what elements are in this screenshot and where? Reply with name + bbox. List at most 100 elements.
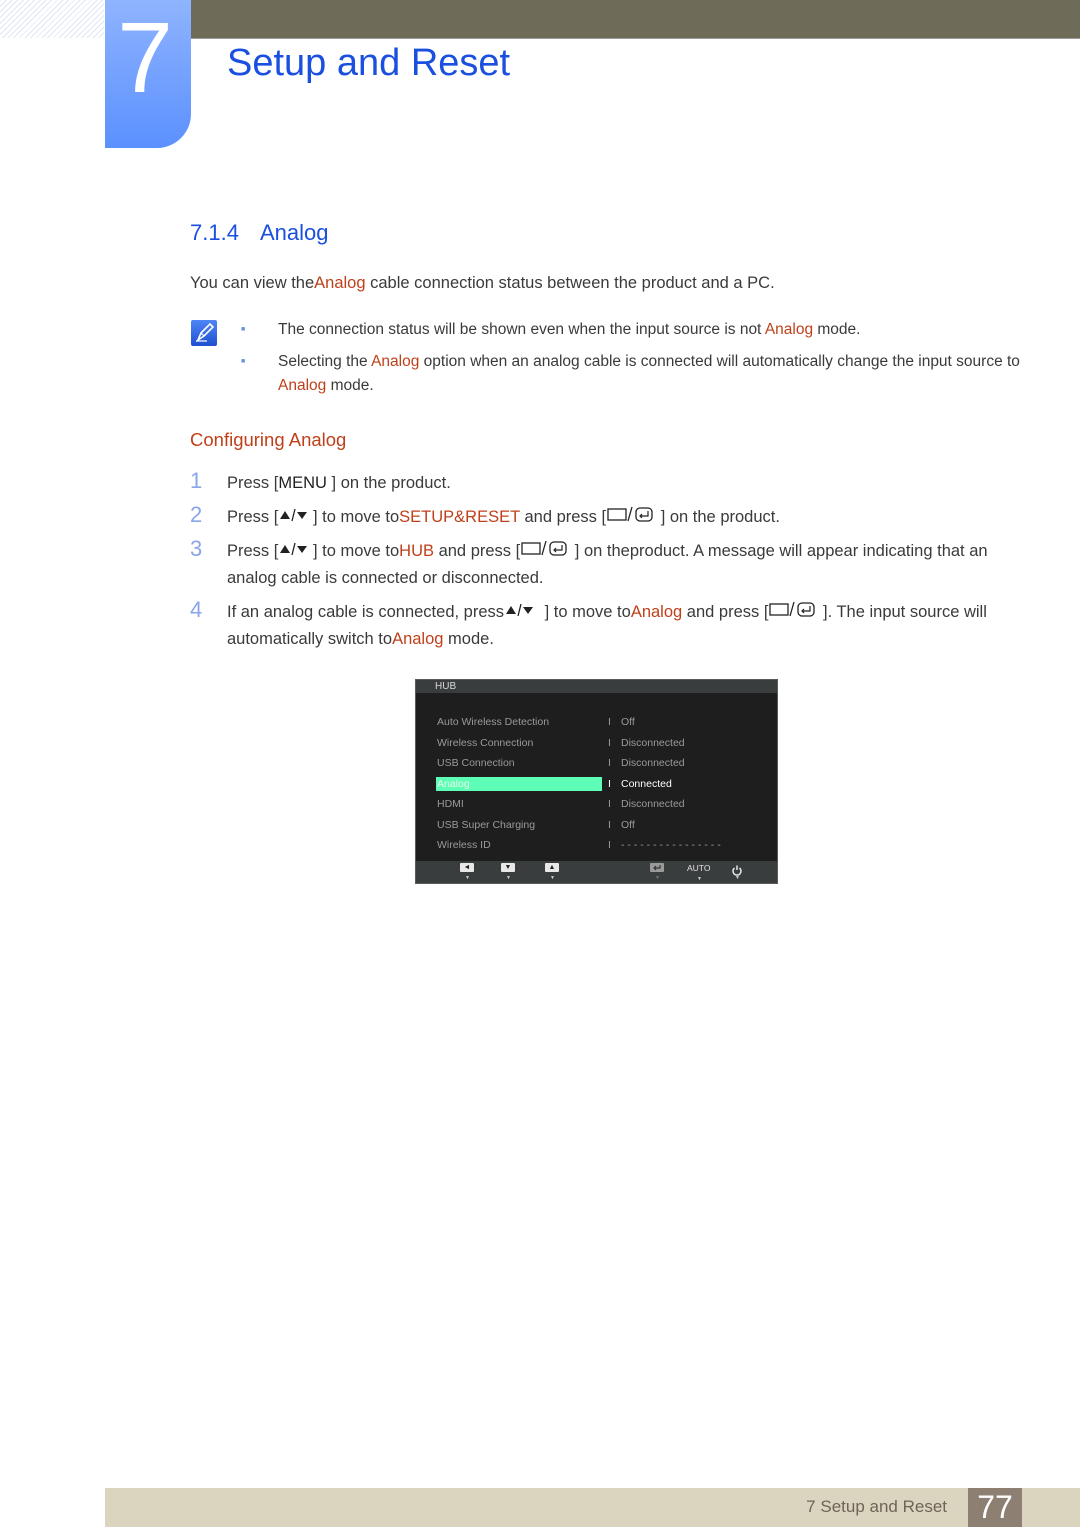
osd-row-usb-connection[interactable]: USB Connection I Disconnected bbox=[436, 756, 756, 770]
step-highlight: SETUP&RESET bbox=[399, 508, 520, 526]
step-text: Press [ bbox=[227, 508, 279, 526]
osd-row-value: Disconnected bbox=[621, 757, 685, 769]
osd-title: HUB bbox=[416, 680, 777, 693]
osd-row-value: Disconnected bbox=[621, 798, 685, 810]
step-text: ] to move to bbox=[540, 603, 631, 622]
step-text: ] to move to bbox=[308, 508, 400, 526]
step-number: 1 bbox=[190, 468, 203, 493]
osd-row-value: Connected bbox=[621, 778, 672, 790]
osd-row-value: Disconnected bbox=[621, 737, 685, 749]
step-text: ] on the product. bbox=[326, 474, 451, 492]
subsection-heading: Configuring Analog bbox=[190, 429, 347, 450]
indicator-tick-icon: ▼ bbox=[655, 875, 660, 881]
up-down-arrow-icon bbox=[278, 504, 308, 531]
source-enter-icon bbox=[606, 504, 656, 531]
note-highlight: Analog bbox=[278, 377, 327, 394]
osd-enter-button[interactable]: ▼ bbox=[650, 863, 664, 881]
osd-button-bar: ◄ ▼ ▼ ▼ ▲ ▼ ▼ AUTO ▼ ▼ bbox=[416, 861, 777, 883]
indicator-tick-icon: ▼ bbox=[697, 876, 702, 882]
section-title: Analog bbox=[260, 220, 329, 245]
chapter-tab: 7 bbox=[105, 0, 191, 148]
enter-icon bbox=[650, 863, 664, 872]
step-text: and press [ bbox=[434, 542, 521, 561]
step-text: ] on the product. bbox=[656, 508, 780, 526]
osd-row-separator: I bbox=[608, 839, 611, 851]
osd-row-usb-super-charging[interactable]: USB Super Charging I Off bbox=[436, 818, 756, 832]
note-pencil-icon bbox=[191, 320, 217, 346]
step-highlight: HUB bbox=[399, 542, 434, 561]
footer-chapter-title: 7 Setup and Reset bbox=[806, 1497, 947, 1516]
note-bullet-icon: ■ bbox=[241, 326, 246, 333]
osd-row-separator: I bbox=[608, 737, 611, 749]
note-text: Selecting the bbox=[278, 353, 372, 370]
osd-row-auto-wireless-detection[interactable]: Auto Wireless Detection I Off bbox=[436, 715, 756, 729]
note-highlight: Analog bbox=[764, 321, 814, 338]
up-down-arrow-icon bbox=[278, 538, 308, 565]
step-item: 4 If an analog cable is connected, press… bbox=[190, 597, 1030, 653]
indicator-tick-icon: ▼ bbox=[735, 875, 740, 881]
chapter-title: Setup and Reset bbox=[227, 42, 511, 84]
osd-row-value: Off bbox=[621, 716, 635, 728]
step-item: 3 Press [ ] to move toHUB and press [ ] … bbox=[190, 536, 1030, 592]
osd-row-label: USB Super Charging bbox=[437, 819, 536, 831]
menu-key-label: MENU bbox=[278, 474, 327, 492]
osd-row-value: Off bbox=[621, 819, 635, 831]
note-bullet-icon: ■ bbox=[241, 358, 246, 365]
osd-row-hdmi[interactable]: HDMI I Disconnected bbox=[436, 797, 756, 811]
intro-paragraph: You can view theAnalog cable connection … bbox=[190, 272, 775, 294]
osd-row-separator: I bbox=[608, 757, 611, 769]
step-number: 2 bbox=[190, 502, 203, 527]
section-heading: 7.1.4 Analog bbox=[190, 219, 329, 247]
note-item: ■ The connection status will be shown ev… bbox=[240, 318, 1040, 342]
osd-power-button[interactable]: ▼ bbox=[731, 863, 745, 881]
note-highlight: Analog bbox=[371, 353, 420, 370]
osd-row-separator: I bbox=[608, 716, 611, 728]
indicator-tick-icon: ▼ bbox=[550, 875, 555, 881]
intro-text: You can view the bbox=[190, 274, 315, 292]
osd-row-analog[interactable]: Analog I Connected bbox=[436, 777, 756, 791]
osd-up-button[interactable]: ▲ ▼ bbox=[545, 863, 559, 881]
down-arrow-icon: ▼ bbox=[501, 863, 515, 872]
step-text: Press [ bbox=[227, 474, 279, 492]
left-arrow-icon: ◄ bbox=[460, 863, 474, 872]
intro-highlight: Analog bbox=[314, 274, 366, 292]
step-number: 4 bbox=[190, 597, 203, 623]
osd-row-separator: I bbox=[608, 778, 611, 790]
osd-row-separator: I bbox=[608, 798, 611, 810]
up-down-arrow-icon bbox=[504, 599, 540, 626]
osd-auto-button[interactable]: AUTO bbox=[687, 863, 710, 873]
osd-row-label: Wireless ID bbox=[437, 839, 491, 851]
osd-row-label: Analog bbox=[436, 777, 602, 791]
header-bar bbox=[190, 0, 1080, 39]
osd-row-separator: I bbox=[608, 819, 611, 831]
step-number: 3 bbox=[190, 536, 203, 562]
osd-hub-screenshot: HUB Auto Wireless Detection I Off Wirele… bbox=[415, 679, 778, 884]
osd-left-button[interactable]: ◄ ▼ bbox=[460, 863, 474, 881]
osd-down-button[interactable]: ▼ ▼ bbox=[501, 863, 515, 881]
source-enter-icon bbox=[520, 538, 570, 565]
indicator-tick-icon: ▼ bbox=[465, 875, 470, 881]
note-text-end: mode. bbox=[813, 321, 861, 338]
step-item: 1 Press [MENU ] on the product. bbox=[190, 468, 1030, 497]
osd-row-wireless-id[interactable]: Wireless ID I - - - - - - - - - - - - - … bbox=[436, 838, 756, 852]
page-footer: 7 Setup and Reset 77 bbox=[105, 1488, 1080, 1527]
osd-row-label: Wireless Connection bbox=[437, 737, 534, 749]
step-text: ] to move to bbox=[308, 542, 400, 561]
step-highlight: Analog bbox=[630, 603, 683, 622]
step-text: and press [ bbox=[682, 603, 769, 622]
osd-row-label: USB Connection bbox=[437, 757, 515, 769]
section-number: 7.1.4 bbox=[190, 220, 239, 245]
osd-row-wireless-connection[interactable]: Wireless Connection I Disconnected bbox=[436, 736, 756, 750]
step-text: mode. bbox=[443, 630, 494, 649]
notes-list: ■ The connection status will be shown ev… bbox=[240, 318, 1040, 406]
indicator-tick-icon: ▼ bbox=[506, 875, 511, 881]
note-text-middle: option when an analog cable is connected… bbox=[419, 353, 1020, 370]
header-hatch-decoration bbox=[0, 0, 104, 38]
page-number: 77 bbox=[968, 1488, 1022, 1527]
up-arrow-icon: ▲ bbox=[545, 863, 559, 872]
step-item: 2 Press [ ] to move toSETUP&RESET and pr… bbox=[190, 502, 1030, 531]
chapter-number: 7 bbox=[117, 2, 173, 114]
osd-row-label: Auto Wireless Detection bbox=[437, 716, 550, 728]
intro-text-end: cable connection status between the prod… bbox=[365, 274, 775, 292]
osd-row-label: HDMI bbox=[437, 798, 464, 810]
